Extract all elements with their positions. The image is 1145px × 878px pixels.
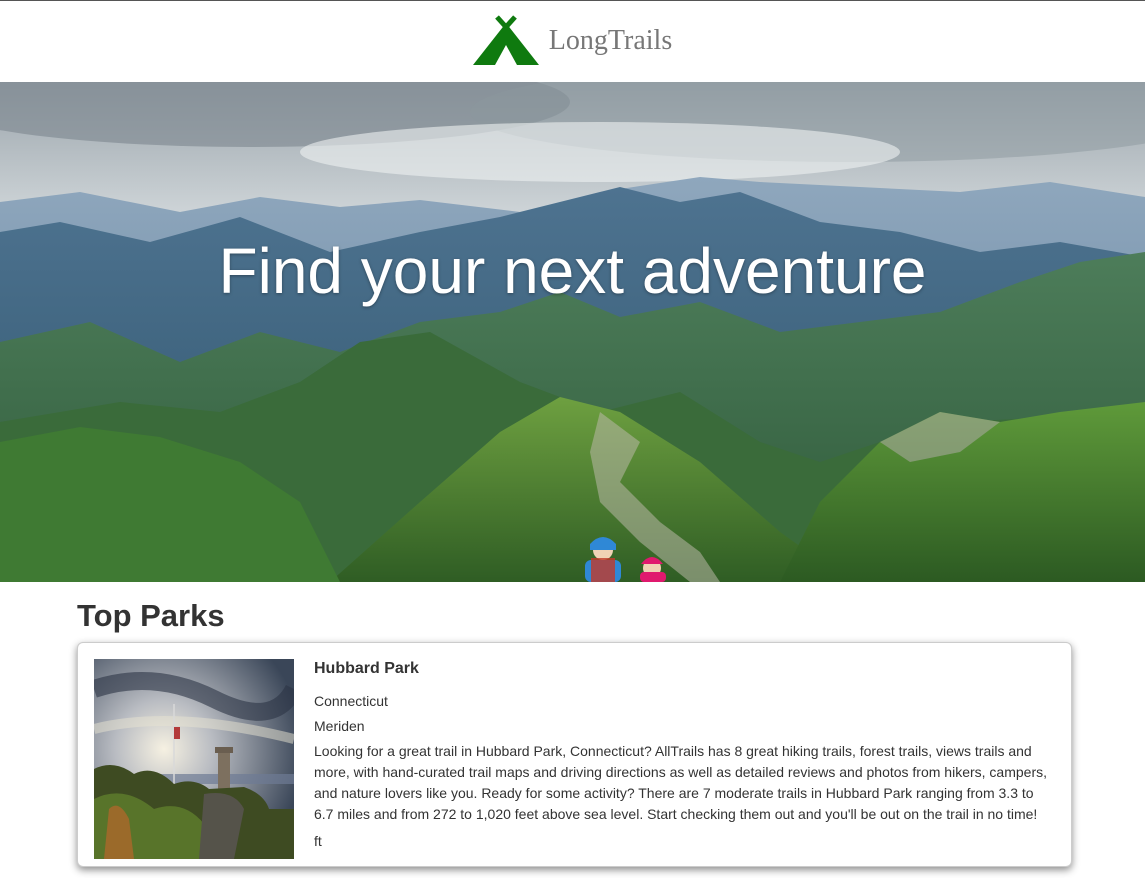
park-state: Connecticut [314,693,388,709]
park-card[interactable]: Hubbard Park Connecticut Meriden Looking… [77,642,1072,867]
top-parks-section: Top Parks Hubbard Park Connecticut Merid… [77,582,1072,867]
hero-mountain-image [0,82,1145,582]
navbar: LongTrails [0,1,1145,81]
brand-link[interactable]: LongTrails [472,15,673,67]
park-thumbnail [94,659,294,859]
park-elevation-unit: ft [314,833,322,849]
park-info: Hubbard Park Connecticut Meriden Looking… [314,659,1054,852]
park-city: Meriden [314,718,365,734]
park-name: Hubbard Park [314,660,419,677]
park-photo [94,659,294,859]
tent-icon [472,15,539,65]
park-description: Looking for a great trail in Hubbard Par… [314,743,1048,822]
brand-name: LongTrails [548,25,673,56]
hero-title: Find your next adventure [218,235,927,307]
hero-banner: Find your next adventure [0,82,1145,582]
section-title: Top Parks [77,598,225,633]
